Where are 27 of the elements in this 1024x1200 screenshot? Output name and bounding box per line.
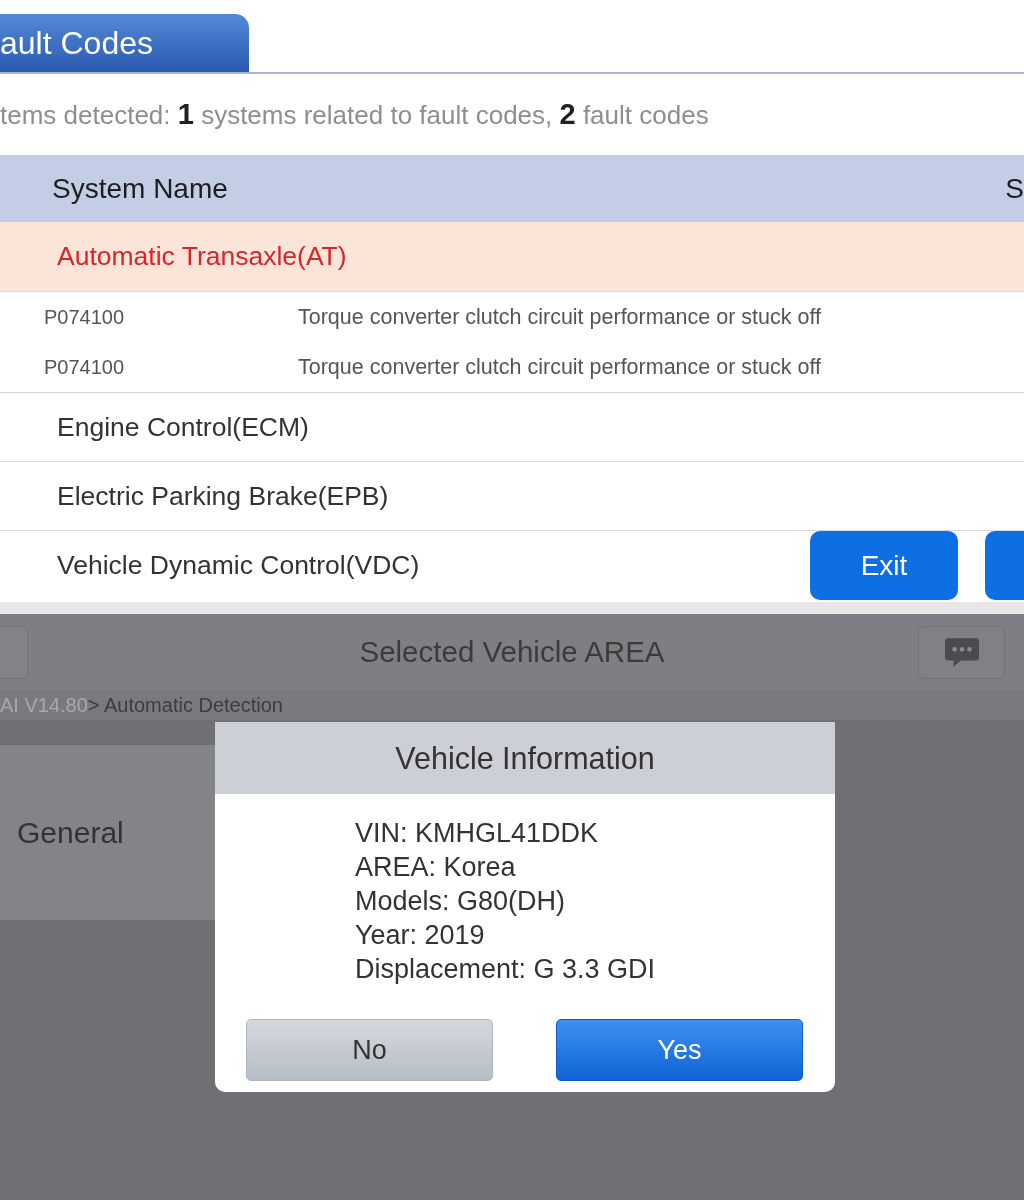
tab[interactable]: ault Codes	[0, 14, 249, 72]
vehicle-info-line: Models: G80(DH)	[355, 885, 566, 918]
fault-description: Torque converter clutch circuit performance or stuck off	[298, 354, 821, 380]
fault-code: P074100	[44, 355, 126, 379]
no-button[interactable]: No	[246, 1019, 493, 1081]
system-name: Vehicle Dynamic Control(VDC)	[57, 550, 420, 581]
column-heading: System Name	[52, 172, 228, 205]
fault-code: P074100	[44, 305, 126, 329]
vehicle-info-line: Displacement: G 3.3 GDI	[355, 953, 656, 986]
dialog-title: Vehicle Information	[395, 740, 655, 776]
vehicle-info-line: VIN: KMHGL41DDK	[355, 817, 599, 850]
vehicle-info-line: AREA: Korea	[355, 851, 516, 884]
chat-bubble-icon	[944, 637, 979, 667]
yes-button[interactable]: Yes	[556, 1019, 803, 1081]
vehicle-info-line: Year: 2019	[355, 919, 485, 952]
system-name: Engine Control(ECM)	[57, 411, 309, 443]
breadcrumb-current: > Automatic Detection	[87, 693, 283, 717]
action-button[interactable]	[985, 531, 1024, 600]
system-name: Automatic Transaxle(AT)	[57, 241, 347, 272]
system-name: Electric Parking Brake(EPB)	[57, 480, 389, 512]
message-button[interactable]	[918, 625, 1005, 679]
fault-description: Torque converter clutch circuit performance or stuck off	[298, 304, 821, 330]
system-row[interactable]: Automatic Transaxle(AT)	[0, 222, 1024, 292]
summary-text: tems detected: 1 systems related to fault codes, 2 fault codes	[0, 98, 709, 131]
column-heading: S	[1005, 172, 1024, 205]
screen-title: Selected Vehicle AREA	[359, 635, 665, 669]
exit-button[interactable]: Exit	[810, 531, 958, 600]
